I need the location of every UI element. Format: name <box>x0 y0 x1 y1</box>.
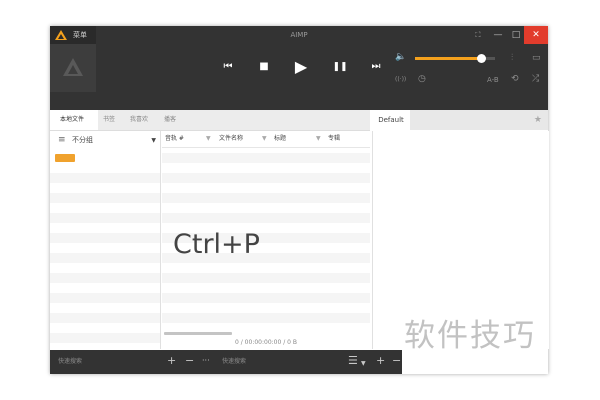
ab-repeat-button[interactable]: A-B <box>487 75 499 85</box>
more-icon[interactable]: ··· <box>202 355 210 367</box>
column-title[interactable]: 标题 <box>274 135 286 143</box>
list-stripe <box>50 273 160 283</box>
screen: { "window": { "title": "AIMP", "menu_lab… <box>0 0 600 400</box>
repeat-icon[interactable]: ⟲ <box>511 74 519 84</box>
list-stripe <box>50 173 160 183</box>
maximize-button[interactable]: □ <box>506 26 526 44</box>
tab-playlist-default[interactable]: Default <box>372 110 410 130</box>
close-button[interactable]: ✕ <box>524 26 548 44</box>
chevron-down-icon[interactable]: ▼ <box>361 358 366 370</box>
filter-icon[interactable]: ▼ <box>262 135 267 143</box>
group-panel: ≡ 不分组 ▼ <box>50 131 161 349</box>
volume-icon[interactable]: 🔈 <box>395 52 406 62</box>
table-row <box>162 273 370 283</box>
tab-favorites[interactable]: 我喜欢 <box>130 116 148 124</box>
column-album[interactable]: 专辑 <box>328 135 340 143</box>
table-row <box>162 153 370 163</box>
shortcut-overlay-text: Ctrl+P <box>173 229 260 260</box>
pause-button[interactable]: ❚❚ <box>329 56 351 78</box>
table-row <box>162 293 370 303</box>
volume-slider-fill <box>415 57 482 60</box>
dropdown-arrow-icon <box>63 164 67 166</box>
tab-bookmarks[interactable]: 书签 <box>103 116 115 124</box>
list-stripe <box>50 193 160 203</box>
visualization-icon[interactable]: ▭ <box>532 53 541 63</box>
grouping-label: 不分组 <box>72 136 93 144</box>
filter-icon[interactable]: ▼ <box>316 135 321 143</box>
library-status: 0 / 00:00:00:00 / 0 B <box>235 339 297 346</box>
player-area: 菜单 AIMP ⛶ — □ ✕ ⏮ ■ ▶ ❚❚ ⏭ 🔈 ⫶ ▭ ((·)) ◷… <box>50 26 548 110</box>
playlist-tabs: Default ★ <box>372 110 548 130</box>
table-row <box>162 193 370 203</box>
aimp-cover-logo-icon <box>63 58 83 76</box>
play-button[interactable]: ▶ <box>290 56 312 78</box>
grouping-header[interactable]: ≡ 不分组 ▼ <box>50 131 160 149</box>
group-filter-button[interactable] <box>55 154 75 166</box>
timer-icon[interactable]: ◷ <box>418 74 426 84</box>
column-file-name[interactable]: 文件名称 <box>219 135 243 143</box>
menu-icon[interactable]: ≡ <box>58 135 66 145</box>
remove-icon[interactable]: − <box>185 355 194 367</box>
horizontal-scrollbar[interactable] <box>164 332 232 335</box>
stop-button[interactable]: ■ <box>253 56 275 78</box>
quick-search-field-secondary[interactable]: 快速搜索 <box>222 358 246 366</box>
tab-podcasts[interactable]: 播客 <box>164 116 176 124</box>
filter-icon[interactable]: ▼ <box>206 135 211 143</box>
tab-local-files[interactable]: 本地文件 <box>60 116 84 124</box>
quick-search-field[interactable]: 快速搜索 <box>58 358 82 366</box>
list-stripe <box>50 213 160 223</box>
table-row <box>162 313 370 323</box>
list-stripe <box>50 293 160 303</box>
equalizer-icon[interactable]: ⫶ <box>511 53 513 63</box>
title-bar[interactable]: 菜单 AIMP ⛶ — □ ✕ <box>50 26 548 44</box>
list-stripe <box>50 333 160 343</box>
table-row <box>162 213 370 223</box>
next-track-button[interactable]: ⏭ <box>365 56 387 78</box>
playlist-panel <box>372 131 549 349</box>
volume-slider[interactable] <box>415 54 495 63</box>
list-stripe <box>50 233 160 243</box>
radio-icon[interactable]: ((·)) <box>395 75 406 85</box>
library-tabs: 本地文件 书签 我喜欢 播客 <box>50 110 370 131</box>
playlist-remove-icon[interactable]: − <box>392 355 401 367</box>
chevron-down-icon[interactable]: ▼ <box>151 136 156 145</box>
bottom-toolbar: 快速搜索 + − ··· 快速搜索 ☰ ▼ + − <box>50 350 402 374</box>
column-track-number[interactable]: 音轨 # <box>165 135 184 143</box>
previous-track-button[interactable]: ⏮ <box>217 56 239 78</box>
list-stripe <box>50 313 160 323</box>
playlist-add-icon[interactable]: + <box>376 355 385 367</box>
list-stripe <box>50 253 160 263</box>
pin-button[interactable]: ⛶ <box>468 26 488 44</box>
star-icon[interactable]: ★ <box>534 115 542 125</box>
watermark-text: 软件技巧 <box>404 318 536 354</box>
playlist-menu-icon[interactable]: ☰ <box>348 355 358 367</box>
minimize-button[interactable]: — <box>488 26 508 44</box>
add-icon[interactable]: + <box>167 355 176 367</box>
table-row <box>162 173 370 183</box>
album-cover <box>50 44 96 92</box>
volume-slider-handle[interactable] <box>477 54 487 63</box>
grid-column-header: 音轨 # ▼ 文件名称 ▼ 标题 ▼ 专辑 <box>162 131 370 148</box>
shuffle-icon[interactable]: ⤮ <box>532 74 539 84</box>
playlist-strip <box>50 92 548 110</box>
